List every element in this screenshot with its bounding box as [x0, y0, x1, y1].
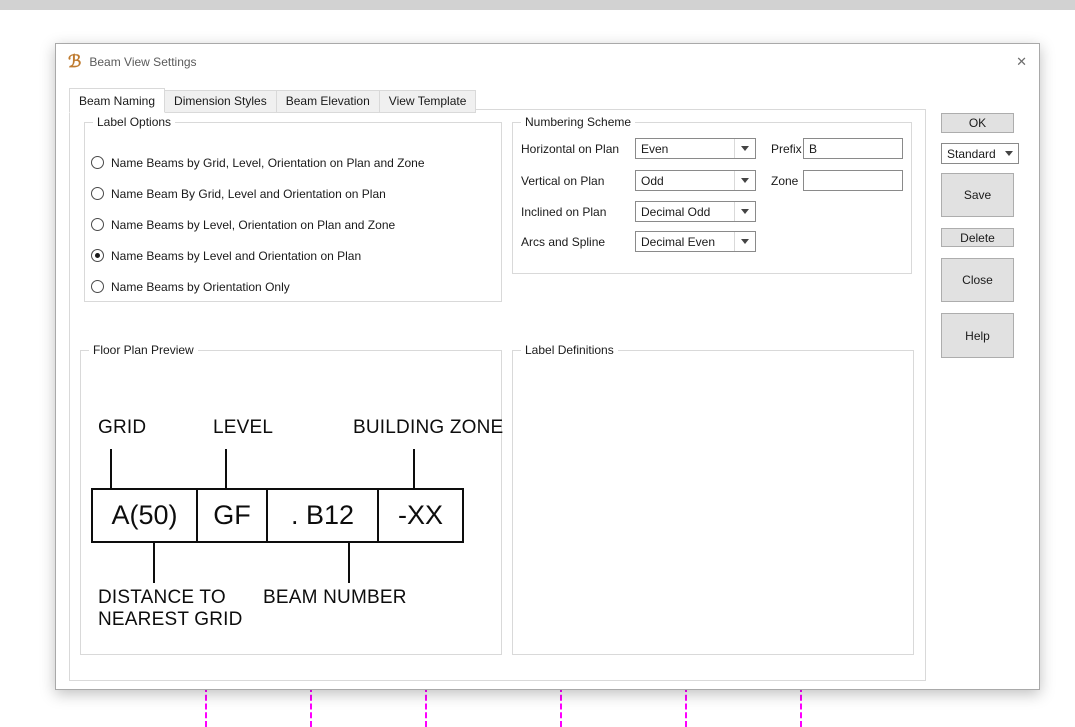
distance-to-nearest-grid-label-line2: NEAREST GRID [98, 609, 243, 630]
radio-icon [91, 156, 104, 169]
combo-divider [734, 171, 735, 190]
radio-option-orientation-only[interactable]: Name Beams by Orientation Only [91, 271, 497, 302]
radio-label: Name Beams by Grid, Level, Orientation o… [111, 155, 425, 170]
cad-grid-line [310, 686, 312, 727]
vertical-on-plan-select[interactable]: Odd [635, 170, 756, 191]
tab-beam-naming[interactable]: Beam Naming [69, 88, 166, 113]
label-definitions-group: Label Definitions [512, 343, 914, 655]
radio-icon [91, 280, 104, 293]
distance-to-nearest-grid-label: DISTANCE TO [98, 587, 226, 608]
save-button[interactable]: Save [941, 173, 1014, 217]
floor-plan-preview-group: Floor Plan Preview GRID LEVEL BUILDING Z… [80, 343, 504, 655]
close-button[interactable]: Close [941, 258, 1014, 302]
beam-number-box: . B12 [266, 488, 379, 543]
connector-line [153, 543, 155, 583]
cad-grid-line [205, 686, 207, 727]
combo-divider [734, 202, 735, 221]
app-logo-icon: ℬ [68, 52, 82, 71]
chevron-down-icon [741, 239, 749, 244]
combo-divider [734, 232, 735, 251]
floor-plan-preview-legend: Floor Plan Preview [89, 343, 198, 357]
beam-label-example: A(50) GF . B12 -XX [91, 488, 464, 543]
radio-label: Name Beams by Level and Orientation on P… [111, 248, 362, 263]
preset-selected-value: Standard [947, 146, 996, 161]
connector-line [413, 449, 415, 488]
beam-view-settings-dialog: ℬ Beam View Settings ✕ Beam Naming Dimen… [55, 43, 1040, 690]
cad-grid-line [685, 686, 687, 727]
level-label: LEVEL [213, 417, 274, 438]
radio-option-grid-level-orientation[interactable]: Name Beam By Grid, Level and Orientation… [91, 178, 497, 209]
zone-box: -XX [377, 488, 464, 543]
radio-option-level-orientation[interactable]: Name Beams by Level and Orientation on P… [91, 240, 497, 271]
tab-strip: Beam Naming Dimension Styles Beam Elevat… [69, 88, 477, 113]
prefix-label: Prefix [771, 142, 802, 156]
level-box: GF [196, 488, 268, 543]
arcs-and-spline-select[interactable]: Decimal Even [635, 231, 756, 252]
chevron-down-icon [1005, 151, 1013, 156]
connector-line [110, 449, 112, 488]
grid-box: A(50) [91, 488, 198, 543]
dialog-titlebar[interactable]: ℬ Beam View Settings ✕ [56, 44, 1039, 79]
numbering-scheme-legend: Numbering Scheme [521, 115, 636, 129]
selected-value: Even [641, 141, 669, 156]
prefix-input[interactable]: B [803, 138, 903, 159]
radio-label: Name Beams by Orientation Only [111, 279, 290, 294]
top-window-strip [0, 0, 1075, 10]
ok-button[interactable]: OK [941, 113, 1014, 133]
zone-label: Zone [771, 174, 799, 188]
tab-panel-beam-naming: Label Options Name Beams by Grid, Level,… [69, 109, 926, 681]
cad-grid-line [800, 686, 802, 727]
tab-dimension-styles[interactable]: Dimension Styles [164, 90, 277, 113]
selected-value: Decimal Even [641, 234, 716, 249]
chevron-down-icon [741, 178, 749, 183]
label-definitions-legend: Label Definitions [521, 343, 618, 357]
label-options-radio-list: Name Beams by Grid, Level, Orientation o… [91, 147, 497, 302]
radio-label: Name Beams by Level, Orientation on Plan… [111, 217, 396, 232]
close-icon[interactable]: ✕ [999, 54, 1027, 70]
connector-line [225, 449, 227, 488]
combo-divider [734, 139, 735, 158]
preset-select[interactable]: Standard [941, 143, 1019, 164]
inclined-on-plan-select[interactable]: Decimal Odd [635, 201, 756, 222]
connector-line [348, 543, 350, 583]
radio-label: Name Beam By Grid, Level and Orientation… [111, 186, 386, 201]
vertical-on-plan-label: Vertical on Plan [521, 174, 605, 188]
selected-value: Decimal Odd [641, 204, 711, 219]
radio-option-grid-level-orientation-zone[interactable]: Name Beams by Grid, Level, Orientation o… [91, 147, 497, 178]
horizontal-on-plan-select[interactable]: Even [635, 138, 756, 159]
chevron-down-icon [741, 146, 749, 151]
zone-input[interactable] [803, 170, 903, 191]
radio-icon [91, 187, 104, 200]
tab-view-template[interactable]: View Template [378, 90, 477, 113]
radio-option-level-orientation-zone[interactable]: Name Beams by Level, Orientation on Plan… [91, 209, 497, 240]
inclined-on-plan-label: Inclined on Plan [521, 205, 607, 219]
tab-beam-elevation[interactable]: Beam Elevation [275, 90, 380, 113]
help-button[interactable]: Help [941, 313, 1014, 358]
numbering-scheme-group: Numbering Scheme Horizontal on Plan Even… [512, 115, 912, 274]
radio-icon [91, 218, 104, 231]
arcs-and-spline-label: Arcs and Spline [521, 235, 606, 249]
grid-label: GRID [98, 417, 147, 438]
chevron-down-icon [741, 209, 749, 214]
dialog-title: Beam View Settings [89, 54, 197, 69]
selected-value: Odd [641, 173, 664, 188]
label-options-group: Label Options Name Beams by Grid, Level,… [84, 115, 502, 302]
delete-button[interactable]: Delete [941, 228, 1014, 247]
cad-grid-line [560, 686, 562, 727]
cad-grid-line [425, 686, 427, 727]
radio-icon-checked [91, 249, 104, 262]
building-zone-label: BUILDING ZONE [353, 417, 504, 438]
horizontal-on-plan-label: Horizontal on Plan [521, 142, 620, 156]
beam-number-label: BEAM NUMBER [263, 587, 407, 608]
label-options-legend: Label Options [93, 115, 176, 129]
